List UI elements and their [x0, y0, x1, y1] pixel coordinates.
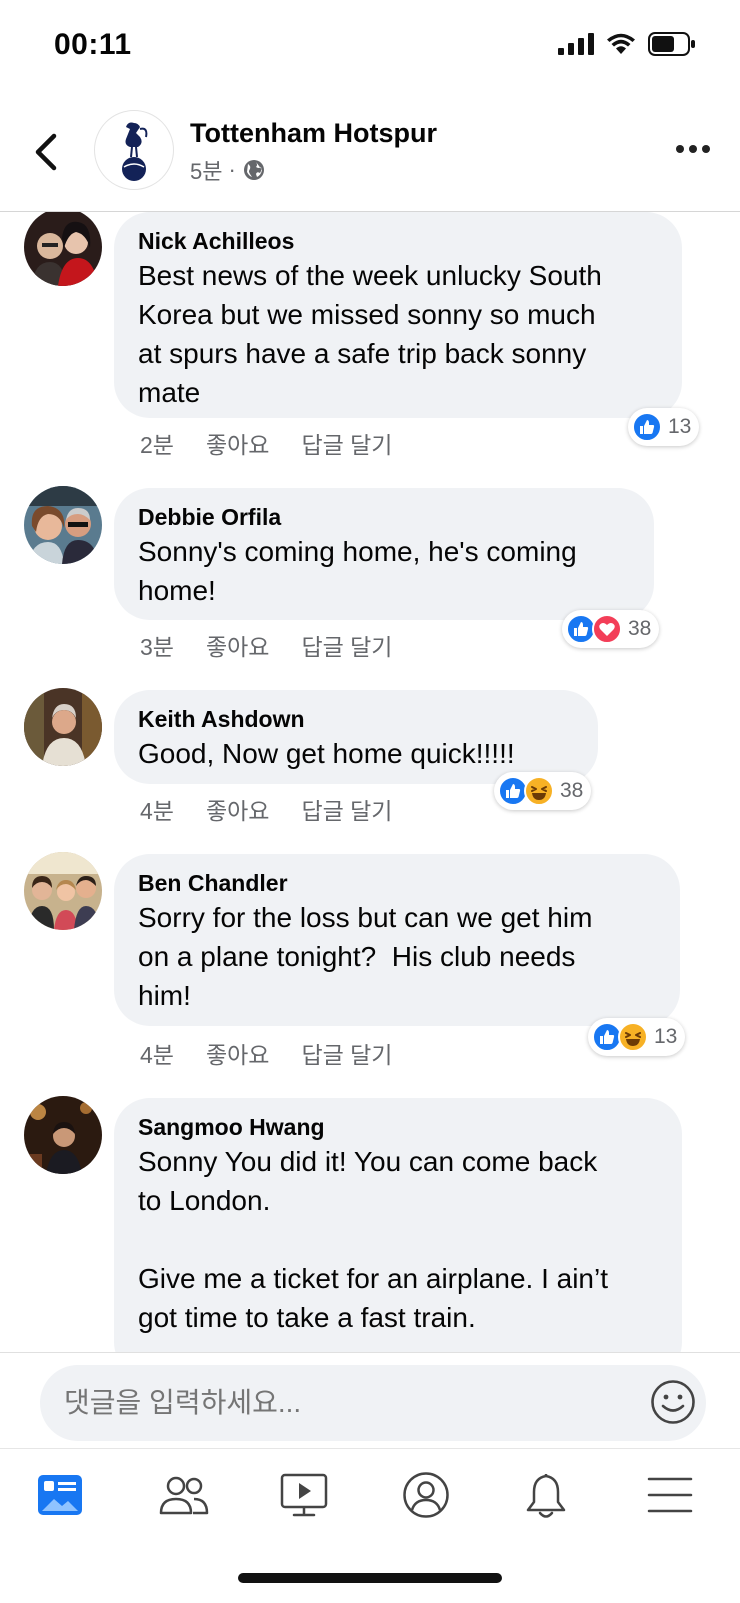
- comment-composer: [0, 1352, 740, 1448]
- bell-icon: [526, 1474, 566, 1518]
- more-dot: [676, 145, 684, 153]
- comment-actions: 4분 좋아요 답글 달기: [140, 1036, 392, 1070]
- haha-reaction-icon: [618, 1022, 648, 1052]
- bottom-tab-bar: [0, 1448, 740, 1603]
- comment-author[interactable]: Sangmoo Hwang: [138, 1112, 658, 1142]
- menu-icon: [647, 1477, 693, 1513]
- post-meta: 5분 ·: [190, 154, 266, 186]
- comment-bubble[interactable]: Keith Ashdown Good, Now get home quick!!…: [114, 690, 598, 784]
- haha-reaction-icon: [524, 776, 554, 806]
- avatar[interactable]: [24, 486, 102, 564]
- status-time: 00:11: [54, 28, 132, 61]
- comment-author[interactable]: Nick Achilleos: [138, 226, 658, 256]
- avatar[interactable]: [24, 688, 102, 766]
- profile-icon: [403, 1472, 449, 1518]
- comment-bubble[interactable]: Ben Chandler Sorry for the loss but can …: [114, 854, 680, 1026]
- battery-icon: [648, 32, 695, 56]
- like-button[interactable]: 좋아요: [206, 792, 269, 826]
- system-icons: [558, 32, 696, 56]
- tab-friends[interactable]: [154, 1467, 214, 1523]
- back-arrow-icon[interactable]: [30, 130, 64, 174]
- comment-text: Sonny's coming home, he's coming home!: [138, 536, 577, 606]
- comment-text: Sorry for the loss but can we get him on…: [138, 902, 593, 1011]
- avatar[interactable]: [24, 1096, 102, 1174]
- reaction-summary[interactable]: 38: [562, 610, 660, 648]
- more-dot: [702, 145, 710, 153]
- comment-text: Sonny You did it! You can come back to L…: [138, 1146, 608, 1333]
- home-indicator[interactable]: [238, 1573, 502, 1583]
- meta-separator: ·: [228, 157, 236, 182]
- page-name[interactable]: Tottenham Hotspur: [190, 118, 437, 149]
- comment-actions: 4분 좋아요 답글 달기: [140, 792, 392, 826]
- reply-button[interactable]: 답글 달기: [301, 792, 392, 826]
- cockerel-crest-icon: [122, 122, 148, 181]
- comment-time: 3분: [140, 634, 174, 660]
- post-time: 5분: [190, 159, 223, 184]
- tab-watch[interactable]: [274, 1467, 334, 1523]
- more-dot: [689, 145, 697, 153]
- reaction-count: 38: [560, 779, 584, 802]
- tab-profile[interactable]: [396, 1467, 456, 1523]
- smiley-icon[interactable]: [650, 1379, 696, 1425]
- reaction-summary[interactable]: 13: [588, 1018, 686, 1056]
- tab-news-feed[interactable]: [30, 1467, 90, 1523]
- reaction-summary[interactable]: 13: [628, 408, 700, 446]
- post-header: Tottenham Hotspur 5분 ·: [0, 94, 740, 212]
- comment-time: 4분: [140, 798, 174, 824]
- comment-author[interactable]: Debbie Orfila: [138, 502, 630, 532]
- comment-bubble[interactable]: Sangmoo Hwang Sonny You did it! You can …: [114, 1098, 682, 1352]
- reply-button[interactable]: 답글 달기: [301, 1036, 392, 1070]
- reply-button[interactable]: 답글 달기: [301, 426, 392, 460]
- cellular-signal-icon: [558, 33, 594, 55]
- comment-bubble[interactable]: Nick Achilleos Best news of the week unl…: [114, 212, 682, 418]
- globe-icon: [243, 160, 264, 180]
- friends-icon: [159, 1476, 209, 1515]
- reaction-count: 38: [628, 617, 652, 640]
- tab-notifications[interactable]: [516, 1467, 576, 1523]
- comment-actions: 2분 좋아요 답글 달기: [140, 426, 392, 460]
- comment-bubble[interactable]: Debbie Orfila Sonny's coming home, he's …: [114, 488, 654, 620]
- watch-icon: [280, 1473, 328, 1517]
- comment-time: 4분: [140, 1042, 174, 1068]
- like-reaction-icon: [632, 412, 662, 442]
- more-options-icon[interactable]: [676, 142, 710, 156]
- avatar[interactable]: [24, 212, 102, 286]
- like-button[interactable]: 좋아요: [206, 426, 269, 460]
- reaction-summary[interactable]: 38: [494, 772, 592, 810]
- reaction-count: 13: [668, 415, 692, 438]
- reaction-count: 13: [654, 1025, 678, 1048]
- page-avatar[interactable]: [94, 110, 174, 190]
- avatar[interactable]: [24, 852, 102, 930]
- status-bar: 00:11: [0, 0, 740, 94]
- comment-text: Good, Now get home quick!!!!!: [138, 738, 515, 769]
- love-reaction-icon: [592, 614, 622, 644]
- comment-author[interactable]: Ben Chandler: [138, 868, 656, 898]
- like-button[interactable]: 좋아요: [206, 628, 269, 662]
- comment-input[interactable]: [40, 1365, 706, 1441]
- reply-button[interactable]: 답글 달기: [301, 628, 392, 662]
- comment-text: Best news of the week unlucky South Kore…: [138, 260, 602, 408]
- news-feed-icon: [38, 1475, 82, 1515]
- comment-author[interactable]: Keith Ashdown: [138, 704, 574, 734]
- like-button[interactable]: 좋아요: [206, 1036, 269, 1070]
- comment-actions: 3분 좋아요 답글 달기: [140, 628, 392, 662]
- comment-time: 2분: [140, 432, 174, 458]
- tab-menu[interactable]: [640, 1467, 700, 1523]
- comments-list[interactable]: Nick Achilleos Best news of the week unl…: [0, 212, 740, 1352]
- wifi-icon: [607, 33, 635, 54]
